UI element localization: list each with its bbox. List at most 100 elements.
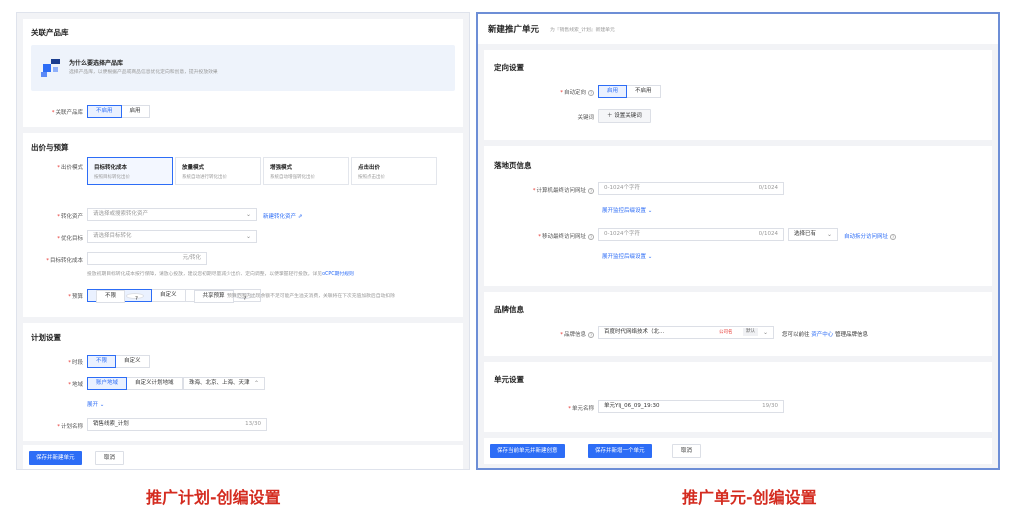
- plan-name-input[interactable]: 销售线索_计划 13/30: [87, 418, 267, 431]
- select-existing-url[interactable]: 选择已有 ⌄: [788, 228, 838, 241]
- optimization-goal-label: *优化目标: [57, 236, 83, 242]
- product-library-card: 关联产品库 为什么要选择产品库 选择产品库，以便根据产品或商品信息优化定向和创意…: [23, 19, 463, 127]
- unit-settings-title: 单元设置: [494, 375, 524, 384]
- region-expand-link[interactable]: 展开 ⌄: [87, 400, 104, 408]
- region-select[interactable]: 珠海、北京、上海、天津 ⌃: [183, 377, 265, 390]
- external-link-icon: ⇗: [297, 214, 303, 220]
- bid-mode-enhanced[interactable]: 增强模式 系统自动增强转化出价: [263, 157, 349, 185]
- auto-targeting-label: *自动定向?: [560, 89, 594, 96]
- targeting-card: 定向设置 *自动定向? 启用 不启用 关键词 ＋ 设置关键词: [484, 50, 992, 140]
- chevron-down-icon: ⌄: [762, 329, 768, 336]
- time-label: *时段: [68, 360, 83, 366]
- target-cost-hint: 投放初期目标转化成本按行保障，请放心投放，建议您初期尽量减少出价、定向调整，以便…: [87, 272, 354, 277]
- bid-mode-click[interactable]: 点击出价 按照点击出价: [351, 157, 437, 185]
- company-name-tag: 公司名: [719, 330, 733, 335]
- pc-url-input[interactable]: 0-1024个字符 0/1024: [598, 182, 784, 195]
- keyword-label: 关键词: [577, 115, 594, 121]
- plan-settings-card: 计划设置 *时段 不限 自定义 *地域 账户地域 自定义计划地域 珠海、北京、上…: [23, 323, 463, 441]
- help-icon: ?: [588, 89, 594, 96]
- save-and-new-unit-button[interactable]: 保存并新建单元: [29, 451, 82, 465]
- new-conversion-asset-link[interactable]: 新建转化资产 ⇗: [263, 212, 302, 220]
- conversion-asset-select[interactable]: 请选择或搜索转化资产 ⌄: [87, 208, 257, 221]
- product-library-title: 关联产品库: [31, 28, 69, 37]
- unit-header: 新建推广单元 为『销售线索_计划』新建单元: [478, 14, 998, 44]
- target-cost-label: *目标转化成本: [46, 258, 83, 264]
- landing-page-card: 落地页信息 *计算机最终访问网址? 0-1024个字符 0/1024 展开监控后…: [484, 146, 992, 286]
- unit-settings-card: 单元设置 *单元名称 单元Ylj_06_09_19:30 19/30: [484, 362, 992, 432]
- brand-card: 品牌信息 *品牌信息? 百度时代网络技术（北... 公司名 默认 ⌄ 您可以前往…: [484, 292, 992, 356]
- unit-header-title: 新建推广单元: [488, 25, 540, 35]
- product-library-illustration-icon: [41, 59, 60, 77]
- brand-title: 品牌信息: [494, 305, 524, 314]
- region-option-custom[interactable]: 自定义计划地域: [126, 377, 183, 390]
- landing-page-title: 落地页信息: [494, 161, 532, 170]
- brand-info-select[interactable]: 百度时代网络技术（北... 公司名 默认 ⌄: [598, 326, 774, 339]
- pc-monitor-expand-link[interactable]: 展开监控后缀设置 ⌄: [602, 206, 652, 214]
- auto-targeting-option-on[interactable]: 启用: [598, 85, 628, 98]
- chevron-down-icon: ⌄: [647, 254, 653, 260]
- help-icon: ?: [890, 233, 897, 240]
- save-and-new-creative-button[interactable]: 保存当前单元并新建创意: [490, 444, 565, 458]
- chevron-up-icon: ⌃: [253, 380, 259, 387]
- auto-targeting-option-off[interactable]: 不启用: [626, 85, 661, 98]
- budget-label: *预算: [68, 294, 83, 300]
- region-option-account[interactable]: 账户地域: [87, 377, 128, 390]
- banner-desc: 选择产品库，以便根据产品或商品信息优化定向和创意，提升投放效果: [69, 70, 218, 75]
- auto-split-url-link[interactable]: 自动拆分访问网址?: [844, 232, 897, 240]
- caption-unit: 推广单元-创编设置: [682, 488, 817, 507]
- cancel-button[interactable]: 取消: [95, 451, 125, 465]
- help-icon: ?: [588, 187, 594, 194]
- bidding-title: 出价与预算: [31, 143, 69, 152]
- bidding-card: 出价与预算 *出价模式 目标转化成本 按照目标转化出价 放量模式 系统自动进行转…: [23, 133, 463, 317]
- budget-option-unlimited[interactable]: 不限?: [87, 289, 153, 303]
- bid-mode-group: 目标转化成本 按照目标转化出价 放量模式 系统自动进行转化出价 增强模式 系统自…: [87, 157, 459, 185]
- help-icon: ?: [126, 292, 145, 302]
- unit-footer: 保存当前单元并新建创意 保存并新增一个单元 取消: [484, 438, 992, 464]
- unit-header-subtitle: 为『销售线索_计划』新建单元: [550, 28, 615, 33]
- banner-title: 为什么要选择产品库: [69, 60, 124, 67]
- plus-icon: ＋: [607, 113, 613, 119]
- mobile-url-input[interactable]: 0-1024个字符 0/1024: [598, 228, 784, 241]
- plan-settings-title: 计划设置: [31, 333, 61, 342]
- ocpc-rules-link[interactable]: oCPC期付规则: [322, 272, 354, 277]
- target-cost-input[interactable]: 元/转化: [87, 252, 207, 265]
- bid-mode-volume[interactable]: 放量模式 系统自动进行转化出价: [175, 157, 261, 185]
- help-icon: ?: [588, 331, 594, 338]
- chevron-down-icon: ⌄: [647, 208, 653, 214]
- default-tag: 默认: [743, 328, 758, 336]
- product-library-option-on[interactable]: 启用: [120, 105, 150, 118]
- auto-targeting-toggle: 启用 不启用: [598, 85, 661, 98]
- time-option-unlimited[interactable]: 不限: [87, 355, 117, 368]
- product-library-toggle: 不启用 启用: [87, 105, 150, 118]
- budget-option-custom[interactable]: 自定义: [151, 289, 186, 302]
- product-library-banner: 为什么要选择产品库 选择产品库，以便根据产品或商品信息优化定向和创意，提升投放效…: [31, 45, 455, 91]
- region-label: *地域: [68, 382, 83, 388]
- cancel-button[interactable]: 取消: [672, 444, 702, 458]
- budget-hint: 预算范围内出现余额不足可能产生溢支消费，关联将在下次充值加款后自动扣除: [227, 294, 395, 299]
- product-library-option-off[interactable]: 不启用: [87, 105, 122, 118]
- targeting-title: 定向设置: [494, 63, 524, 72]
- caption-plan: 推广计划-创编设置: [146, 488, 281, 507]
- region-toggle: 账户地域 自定义计划地域: [87, 377, 183, 390]
- time-toggle: 不限 自定义: [87, 355, 150, 368]
- time-option-custom[interactable]: 自定义: [115, 355, 150, 368]
- mobile-monitor-expand-link[interactable]: 展开监控后缀设置 ⌄: [602, 252, 652, 260]
- brand-info-label: *品牌信息?: [560, 331, 594, 338]
- chevron-down-icon: ⌄: [245, 211, 251, 218]
- brand-note: 您可以前往 资产中心 管理品牌信息: [782, 332, 869, 338]
- plan-footer: 保存并新建单元 取消: [23, 445, 463, 469]
- help-icon: ?: [588, 233, 594, 240]
- set-keywords-button[interactable]: ＋ 设置关键词: [598, 109, 651, 123]
- unit-name-input[interactable]: 单元Ylj_06_09_19:30 19/30: [598, 400, 784, 413]
- asset-center-link[interactable]: 资产中心: [811, 332, 833, 338]
- save-and-add-unit-button[interactable]: 保存并新增一个单元: [588, 444, 652, 458]
- bid-mode-target-cost[interactable]: 目标转化成本 按照目标转化出价: [87, 157, 173, 185]
- conversion-asset-label: *转化资产: [57, 214, 83, 220]
- chevron-down-icon: ⌄: [826, 231, 832, 238]
- plan-settings-panel: 关联产品库 为什么要选择产品库 选择产品库，以便根据产品或商品信息优化定向和创意…: [16, 12, 470, 470]
- unit-settings-panel: 新建推广单元 为『销售线索_计划』新建单元 定向设置 *自动定向? 启用 不启用…: [476, 12, 1000, 470]
- optimization-goal-select[interactable]: 请选择目标转化 ⌄: [87, 230, 257, 243]
- bid-mode-label: *出价模式: [57, 165, 83, 171]
- pc-url-label: *计算机最终访问网址?: [532, 187, 594, 194]
- chevron-down-icon: ⌄: [245, 233, 251, 240]
